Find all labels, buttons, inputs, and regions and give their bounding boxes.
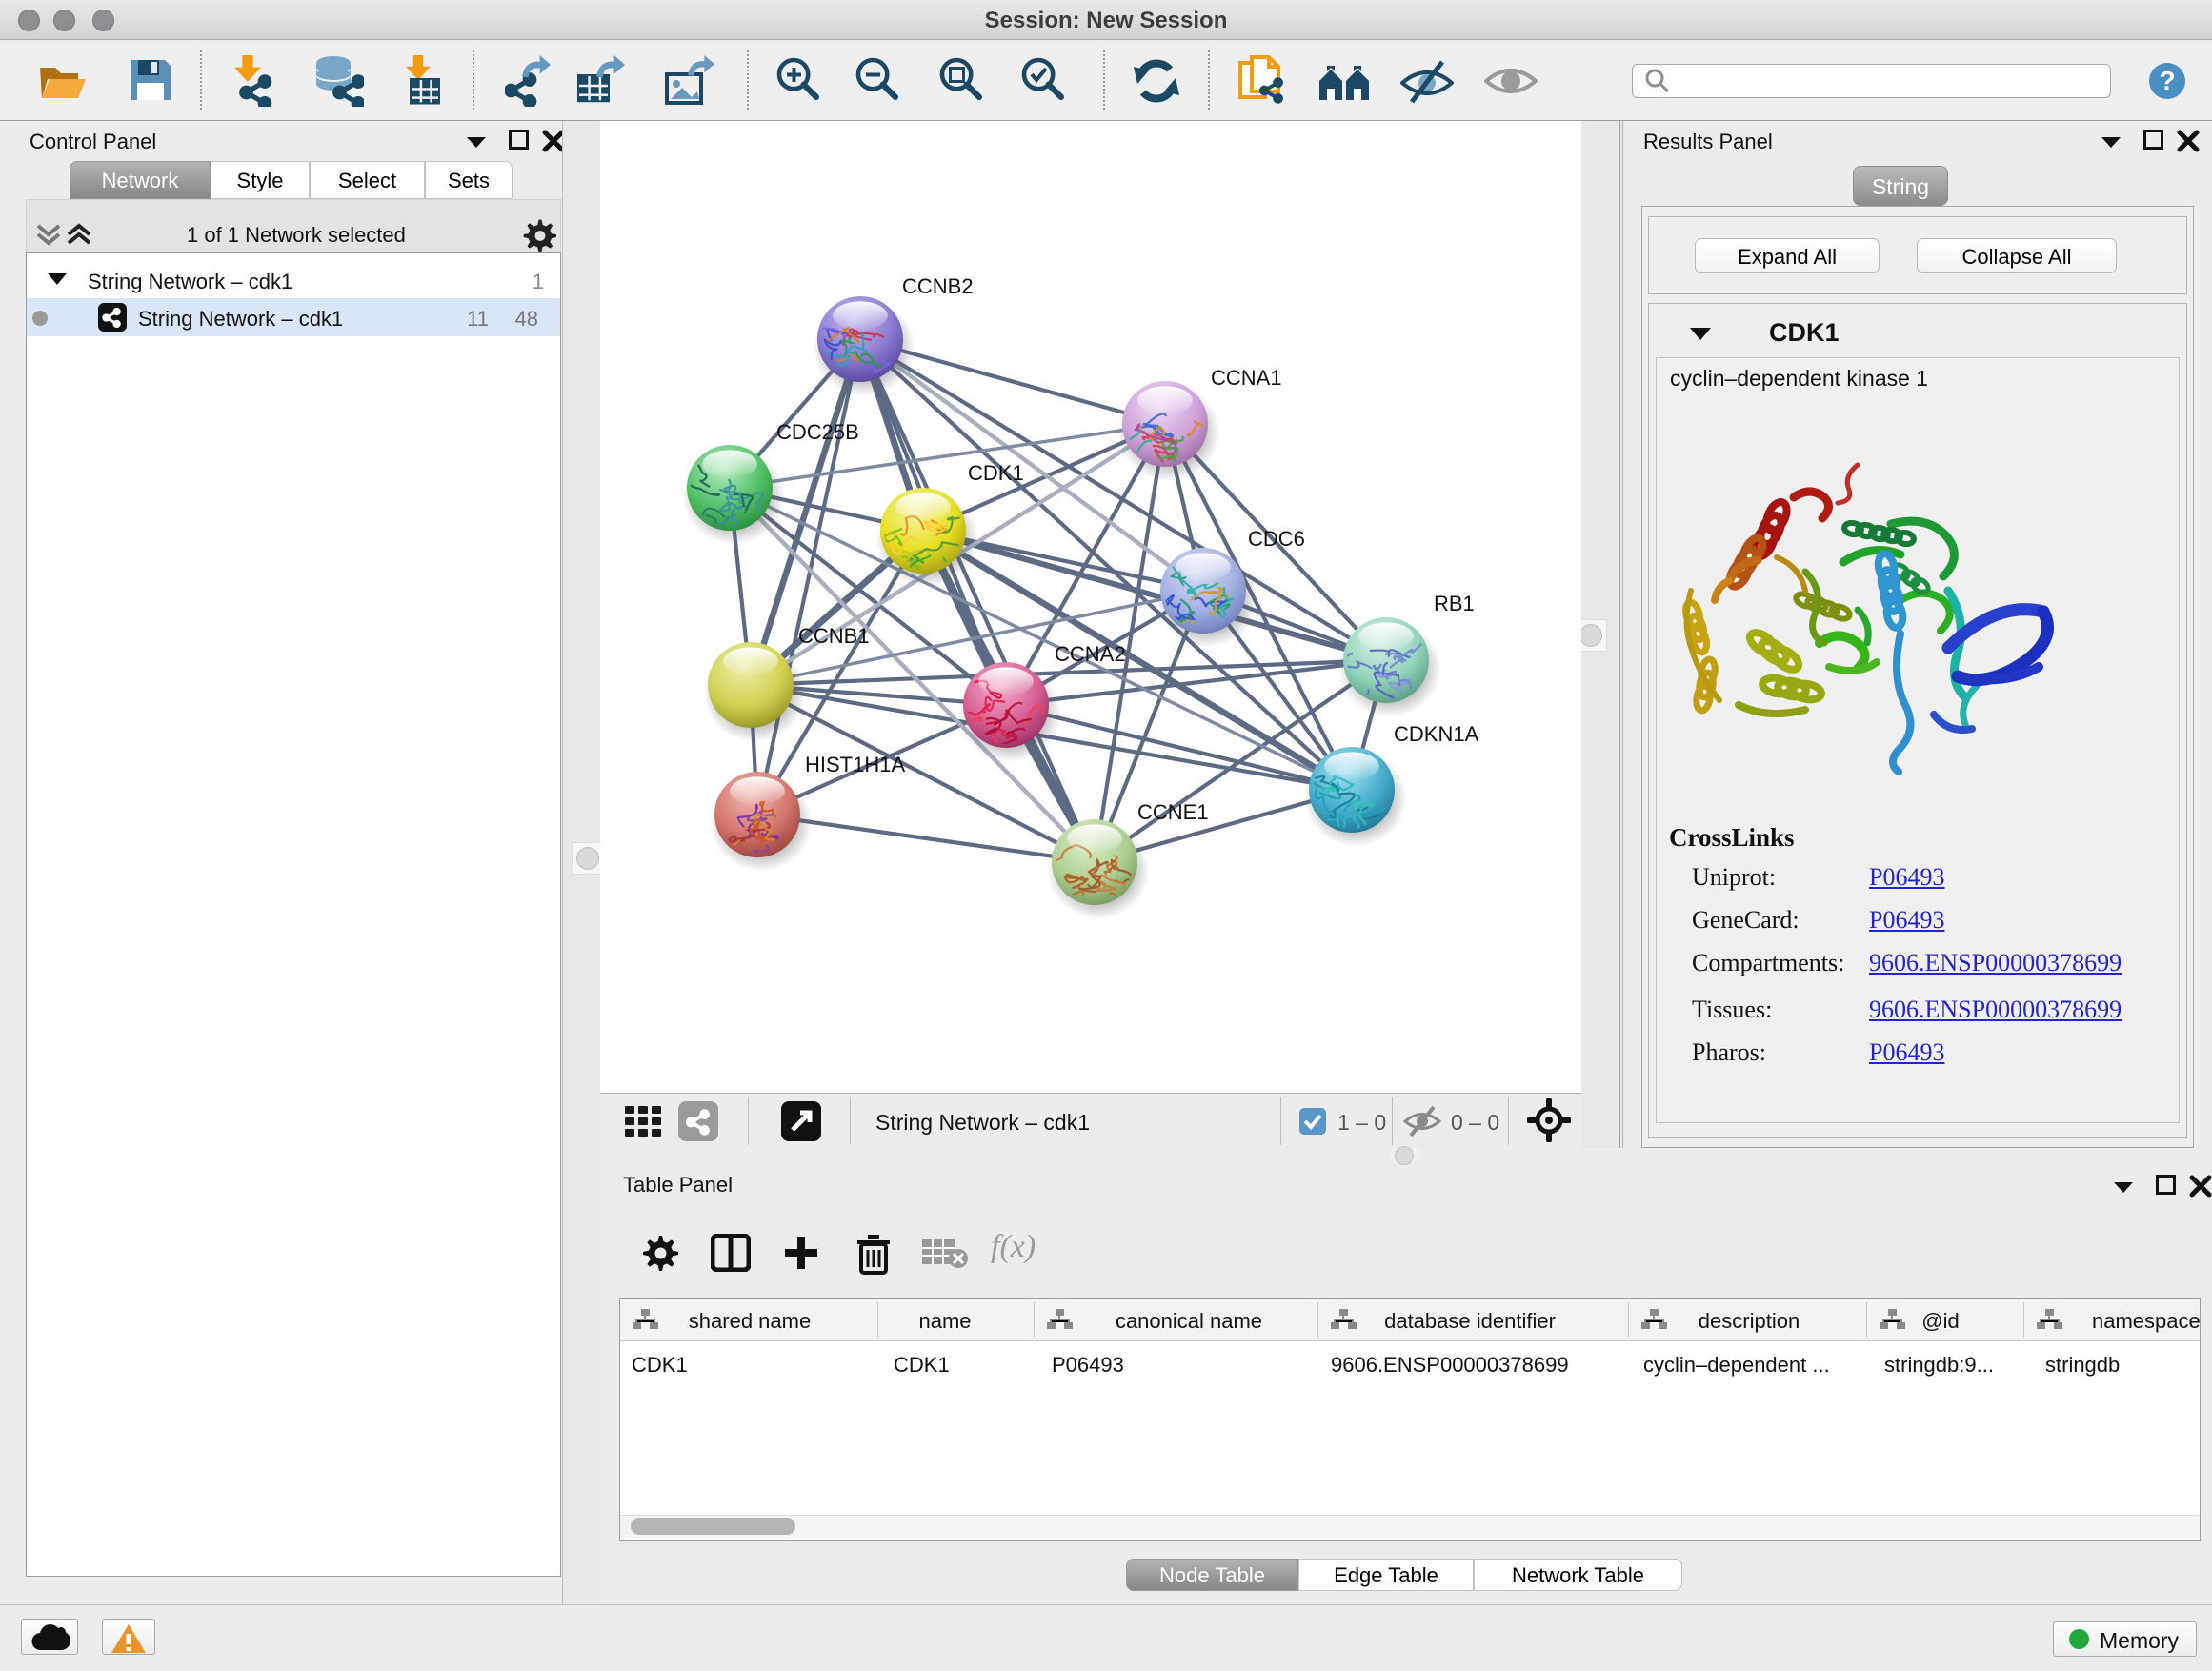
svg-text:CDKN1A: CDKN1A [1394,722,1479,746]
svg-text:CCNE1: CCNE1 [1137,800,1209,824]
svg-text:CDC25B: CDC25B [776,420,859,444]
svg-text:CDC6: CDC6 [1248,527,1305,551]
svg-text:CCNA2: CCNA2 [1055,642,1126,666]
svg-text:CCNB1: CCNB1 [798,624,870,648]
svg-text:HIST1H1A: HIST1H1A [805,753,905,776]
svg-text:CCNB2: CCNB2 [902,274,974,298]
svg-text:RB1: RB1 [1434,592,1475,615]
svg-text:CCNA1: CCNA1 [1211,366,1282,390]
svg-text:CDK1: CDK1 [968,461,1024,485]
